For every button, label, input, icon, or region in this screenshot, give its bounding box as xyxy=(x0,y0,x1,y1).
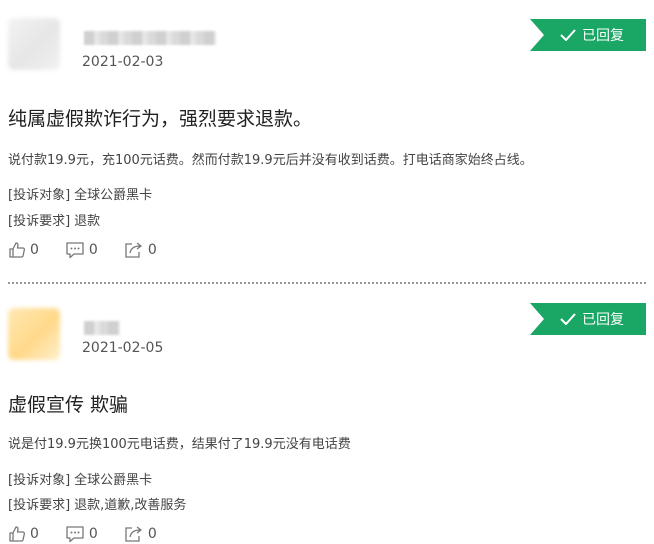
request-value: 退款 xyxy=(74,214,101,229)
check-icon xyxy=(560,313,576,325)
check-icon xyxy=(560,29,576,41)
target-label: [投诉对象] xyxy=(8,188,71,203)
like-button[interactable]: 0 xyxy=(8,241,39,259)
comment-count: 0 xyxy=(88,242,98,258)
comment-button[interactable]: 0 xyxy=(65,241,98,259)
comment-button[interactable]: 0 xyxy=(65,525,98,543)
share-button[interactable]: 0 xyxy=(124,525,157,543)
share-count: 0 xyxy=(147,242,157,258)
complaint-request: [投诉要求] 退款,道歉,改善服务 xyxy=(8,494,186,513)
target-label: [投诉对象] xyxy=(8,473,71,488)
complaint-description: 说是付19.9元换100元电话费，结果付了19.9元没有电话费 xyxy=(8,437,351,452)
like-count: 0 xyxy=(30,526,39,542)
complaint-request: [投诉要求] 退款 xyxy=(8,210,100,229)
complaint-target: [投诉对象] 全球公爵黑卡 xyxy=(8,469,152,488)
avatar[interactable] xyxy=(8,18,60,70)
complaint-description: 说付款19.9元，充100元话费。然而付款19.9元后并没有收到话费。打电话商家… xyxy=(8,153,533,168)
action-bar: 0 0 0 xyxy=(8,241,183,259)
avatar[interactable] xyxy=(8,308,60,360)
request-value: 退款,道歉,改善服务 xyxy=(74,498,187,513)
comment-count: 0 xyxy=(88,526,98,542)
thumbs-up-icon xyxy=(9,526,25,542)
complaint-target: [投诉对象] 全球公爵黑卡 xyxy=(8,184,152,203)
like-count: 0 xyxy=(30,242,39,258)
comment-icon xyxy=(66,242,84,259)
complaint-card: 2021-02-05 已回复 虚假宣传 欺骗 说是付19.9元换100元电话费，… xyxy=(0,284,654,544)
complaint-date: 2021-02-05 xyxy=(82,340,164,356)
target-value: 全球公爵黑卡 xyxy=(74,473,153,488)
like-button[interactable]: 0 xyxy=(8,525,39,543)
user-name-blurred xyxy=(84,31,216,45)
target-value: 全球公爵黑卡 xyxy=(74,188,153,203)
comment-icon xyxy=(66,526,84,543)
share-icon xyxy=(125,526,142,542)
complaint-card: 2021-02-03 已回复 纯属虚假欺诈行为，强烈要求退款。 说付款19.9元… xyxy=(0,0,654,284)
action-bar: 0 0 0 xyxy=(8,525,183,543)
complaint-title[interactable]: 虚假宣传 欺骗 xyxy=(8,390,128,417)
status-badge: 已回复 xyxy=(530,303,646,335)
complaint-date: 2021-02-03 xyxy=(82,54,164,70)
request-label: [投诉要求] xyxy=(8,214,71,229)
status-text: 已回复 xyxy=(582,312,624,328)
share-count: 0 xyxy=(147,526,157,542)
share-button[interactable]: 0 xyxy=(124,241,157,259)
status-text: 已回复 xyxy=(582,28,624,44)
user-name-blurred xyxy=(84,321,120,335)
share-icon xyxy=(125,242,142,258)
thumbs-up-icon xyxy=(9,242,25,258)
complaint-title[interactable]: 纯属虚假欺诈行为，强烈要求退款。 xyxy=(8,104,312,131)
request-label: [投诉要求] xyxy=(8,498,71,513)
status-badge: 已回复 xyxy=(530,19,646,51)
